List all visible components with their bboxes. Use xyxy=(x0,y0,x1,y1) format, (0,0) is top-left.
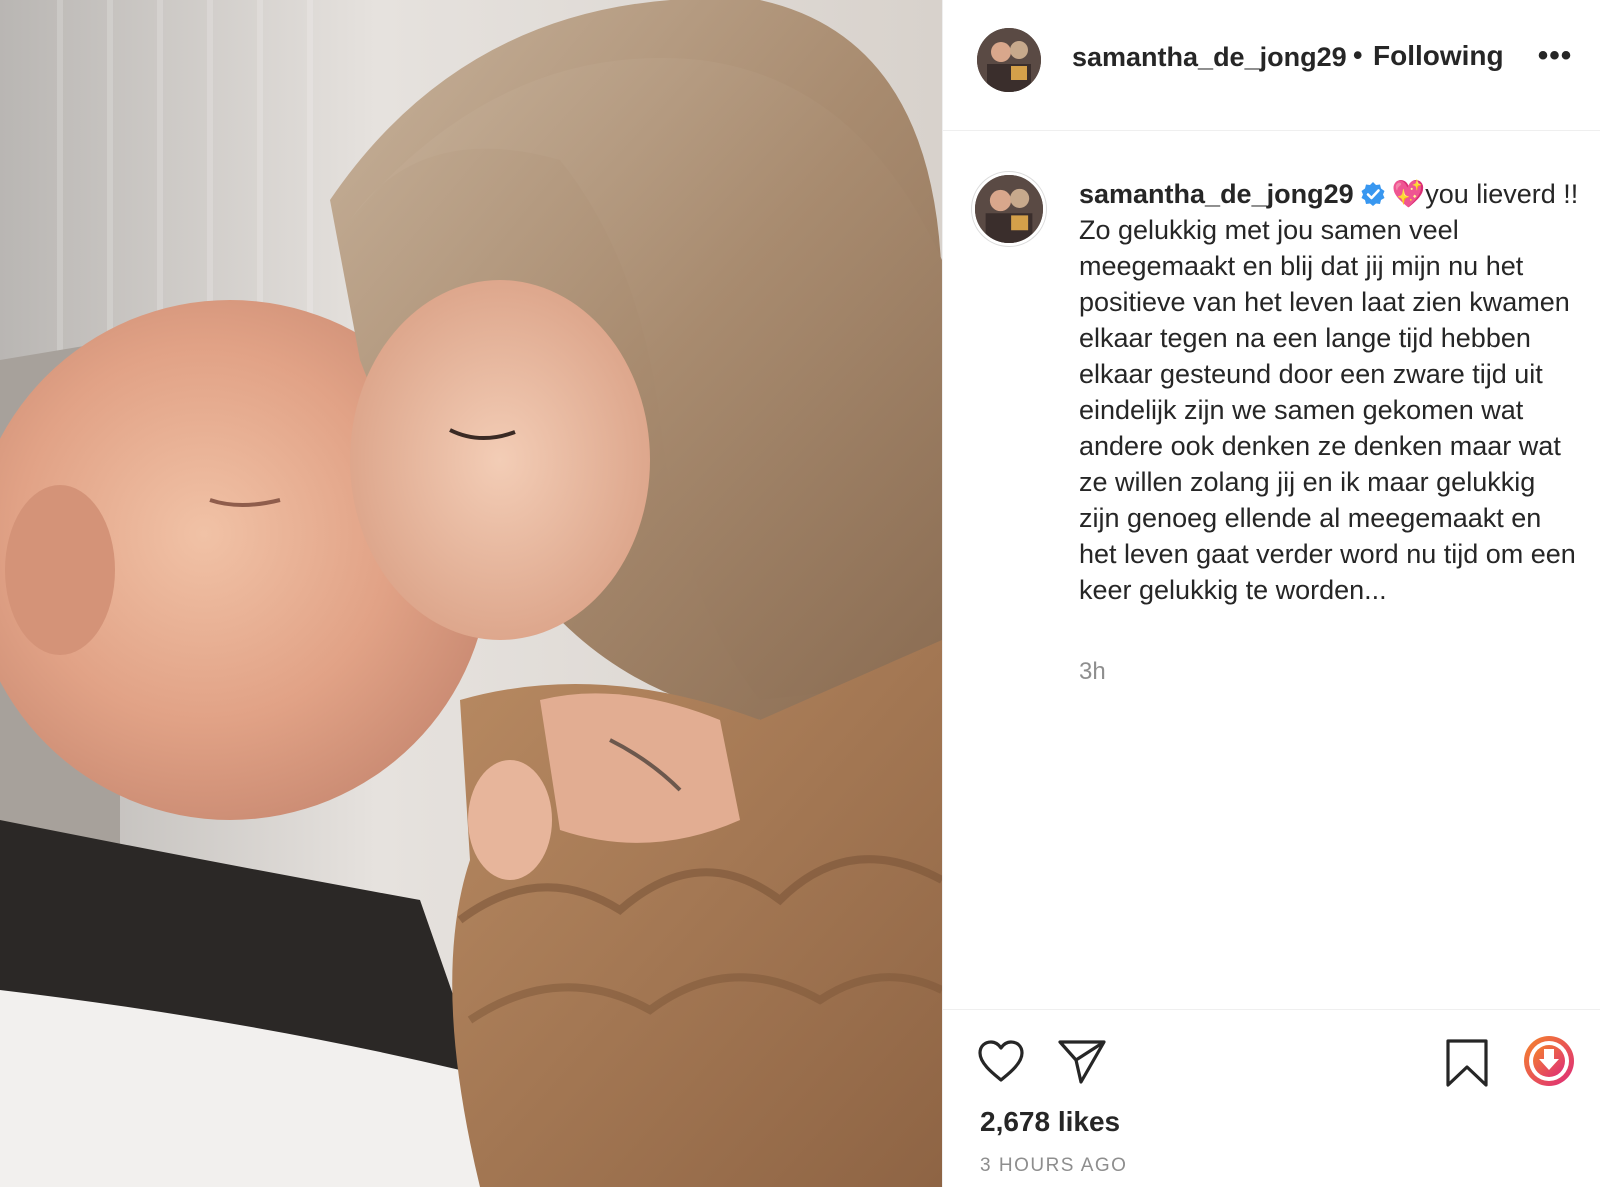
avatar-image xyxy=(975,175,1043,243)
sparkling-heart-emoji: 💖 xyxy=(1391,179,1426,209)
photo-image xyxy=(0,0,942,1187)
avatar-image xyxy=(977,28,1041,92)
verified-badge-icon xyxy=(1361,182,1385,206)
more-options-icon[interactable]: ••• xyxy=(1535,36,1575,76)
caption-section: samantha_de_jong29 💖you lieverd !! Zo ge… xyxy=(943,131,1600,1009)
like-button[interactable] xyxy=(976,1038,1026,1084)
author-avatar[interactable] xyxy=(977,28,1041,92)
caption-timestamp: 3h xyxy=(1079,658,1106,685)
instagram-post: samantha_de_jong29 • Following ••• saman… xyxy=(0,0,1600,1187)
download-icon xyxy=(1524,1036,1574,1086)
following-button[interactable]: Following xyxy=(1373,40,1504,72)
post-photo[interactable] xyxy=(0,0,942,1187)
post-sidebar: samantha_de_jong29 • Following ••• saman… xyxy=(942,0,1600,1187)
action-bar: 2,678 likes 3 HOURS AGO xyxy=(943,1009,1600,1187)
download-button[interactable] xyxy=(1523,1035,1575,1087)
caption-username[interactable]: samantha_de_jong29 xyxy=(1079,179,1354,209)
author-username[interactable]: samantha_de_jong29 xyxy=(1072,42,1352,73)
caption-avatar[interactable] xyxy=(972,172,1046,246)
share-button[interactable] xyxy=(1057,1038,1107,1084)
post-date: 3 HOURS AGO xyxy=(980,1155,1128,1176)
paper-plane-icon xyxy=(1058,1040,1106,1084)
save-button[interactable] xyxy=(1445,1038,1489,1088)
caption-text: samantha_de_jong29 💖you lieverd !! Zo ge… xyxy=(1079,176,1579,608)
likes-count[interactable]: 2,678 likes xyxy=(980,1106,1120,1138)
heart-outline-icon xyxy=(978,1040,1024,1082)
caption-body: you lieverd !! Zo gelukkig met jou samen… xyxy=(1079,179,1579,605)
bookmark-icon xyxy=(1446,1039,1488,1087)
separator-dot: • xyxy=(1353,40,1363,70)
post-header: samantha_de_jong29 • Following ••• xyxy=(943,0,1600,131)
